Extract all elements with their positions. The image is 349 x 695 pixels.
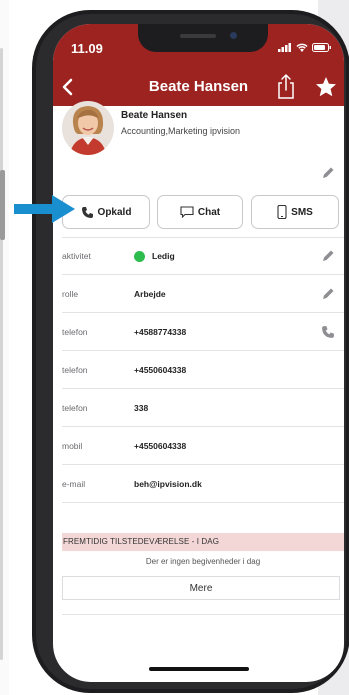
pencil-icon[interactable]: [321, 166, 335, 180]
row-activity[interactable]: aktivitet Ledig: [62, 237, 344, 275]
row-phone-1[interactable]: telefon +4588774338: [62, 313, 344, 351]
chat-label: Chat: [197, 206, 221, 218]
wifi-icon: [296, 43, 308, 52]
side-rail: [0, 0, 9, 695]
contact-department: Accounting,Marketing ipvision: [121, 126, 241, 136]
home-indicator[interactable]: [149, 667, 249, 671]
row-label: aktivitet: [62, 251, 91, 261]
row-value: Ledig: [152, 251, 175, 261]
avatar: [62, 101, 114, 155]
row-value: beh@ipvision.dk: [134, 478, 202, 489]
row-label: telefon: [62, 364, 88, 375]
back-icon[interactable]: [57, 74, 81, 100]
share-icon[interactable]: [275, 72, 297, 100]
chat-icon: [180, 206, 194, 218]
status-time: 11.09: [71, 41, 103, 56]
row-mobile[interactable]: mobil +4550604338: [62, 427, 344, 465]
row-value: +4588774338: [134, 326, 187, 337]
divider: [62, 614, 344, 615]
battery-icon: [312, 43, 331, 52]
pencil-icon[interactable]: [321, 249, 335, 263]
row-label: telefon: [62, 402, 88, 413]
contact-details: aktivitet Ledig rolle Arbejde telefon +4…: [62, 237, 344, 503]
row-value: Arbejde: [134, 288, 166, 299]
signal-icon: [278, 43, 291, 52]
speaker-grille: [180, 34, 216, 38]
phone-screen: 11.09 Beate Hansen Beate Hansen Accounti…: [53, 24, 344, 682]
mobile-icon: [277, 205, 287, 219]
star-icon[interactable]: [315, 76, 337, 98]
future-presence-header: FREMTIDIG TILSTEDEVÆRELSE - I DAG: [62, 533, 344, 551]
sms-label: SMS: [291, 206, 313, 218]
chat-button[interactable]: Chat: [157, 195, 243, 229]
status-bar: 11.09: [53, 24, 344, 68]
row-email[interactable]: e-mail beh@ipvision.dk: [62, 465, 344, 503]
nav-bar: Beate Hansen: [53, 68, 344, 106]
page-title: Beate Hansen: [148, 78, 249, 95]
contact-name: Beate Hansen: [121, 110, 188, 121]
arrow-right-icon: [14, 195, 75, 223]
row-value: 338: [134, 402, 149, 413]
status-dot: [134, 251, 145, 262]
row-label: telefon: [62, 326, 88, 337]
camera-notch: [138, 24, 268, 52]
no-events-text: Der er ingen begivenheder i dag: [145, 557, 261, 566]
row-phone-3[interactable]: telefon 338: [62, 389, 344, 427]
row-label: e-mail: [62, 478, 86, 489]
more-button[interactable]: Mere: [62, 576, 340, 600]
row-role[interactable]: rolle Arbejde: [62, 275, 344, 313]
sms-button[interactable]: SMS: [251, 195, 339, 229]
row-label: mobil: [62, 440, 83, 451]
row-value: +4550604338: [134, 364, 187, 375]
pencil-icon[interactable]: [321, 287, 335, 301]
status-icons: [278, 43, 332, 52]
rail-strip: [0, 48, 3, 660]
row-phone-2[interactable]: telefon +4550604338: [62, 351, 344, 389]
row-value: +4550604338: [134, 440, 187, 451]
phone-icon[interactable]: [321, 325, 335, 339]
call-label: Opkald: [97, 206, 132, 218]
action-row: Opkald Chat SMS: [62, 195, 342, 229]
phone-icon: [81, 206, 93, 218]
rail-notch: [0, 170, 5, 240]
camera-icon: [230, 32, 237, 39]
row-label: rolle: [62, 288, 79, 299]
